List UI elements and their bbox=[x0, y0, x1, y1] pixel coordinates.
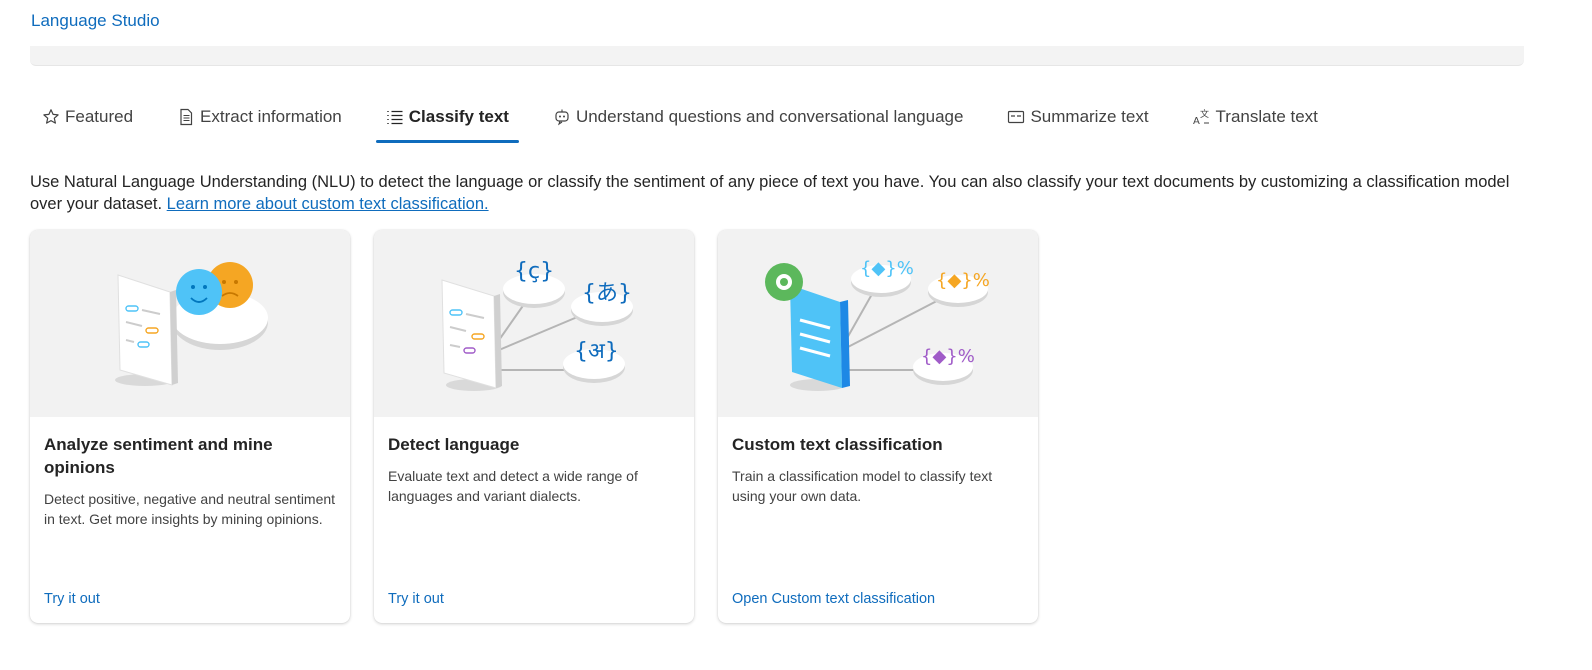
summary-icon bbox=[1007, 108, 1025, 126]
open-custom-text-classification-link[interactable]: Open Custom text classification bbox=[732, 591, 935, 607]
card-description: Train a classification model to classify… bbox=[732, 468, 993, 504]
app-title-link[interactable]: Language Studio bbox=[31, 11, 160, 31]
tab-understand-questions[interactable]: Understand questions and conversational … bbox=[541, 96, 976, 138]
tab-translate-text[interactable]: A文 Translate text bbox=[1181, 96, 1330, 138]
tab-extract-information[interactable]: Extract information bbox=[165, 96, 354, 138]
tab-featured[interactable]: Featured bbox=[30, 96, 145, 138]
card-description: Detect positive, negative and neutral se… bbox=[44, 491, 336, 527]
classification-illustration: {◆}% {◆}% {◆}% bbox=[718, 230, 1038, 417]
language-illustration: {ç} {あ} {अ} bbox=[374, 230, 694, 417]
svg-text:文: 文 bbox=[1200, 108, 1209, 120]
card-title: Detect language bbox=[388, 435, 520, 454]
card-custom-text-classification[interactable]: {◆}% {◆}% {◆}% Custom text classificatio… bbox=[718, 230, 1038, 623]
document-icon bbox=[177, 108, 195, 126]
card-title: Custom text classification bbox=[732, 435, 943, 454]
card-analyze-sentiment[interactable]: Analyze sentiment and mine opinions Dete… bbox=[30, 230, 350, 623]
star-icon bbox=[42, 108, 60, 126]
tab-bar: Featured Extract information Classify te… bbox=[30, 96, 1350, 146]
card-grid: Analyze sentiment and mine opinions Dete… bbox=[30, 230, 1038, 623]
svg-text:{◆}%: {◆}% bbox=[921, 346, 975, 367]
tab-label: Translate text bbox=[1215, 107, 1318, 126]
page-description: Use Natural Language Understanding (NLU)… bbox=[30, 171, 1540, 215]
learn-more-link[interactable]: Learn more about custom text classificat… bbox=[167, 195, 489, 213]
svg-text:{あ}: {あ} bbox=[582, 281, 632, 306]
sentiment-illustration bbox=[30, 230, 350, 417]
svg-text:{◆}%: {◆}% bbox=[860, 258, 914, 279]
tab-label: Classify text bbox=[408, 107, 509, 126]
card-detect-language[interactable]: {ç} {あ} {अ} Detect language Evaluate tex… bbox=[374, 230, 694, 623]
tab-label: Summarize text bbox=[1030, 107, 1149, 126]
try-it-out-link[interactable]: Try it out bbox=[44, 591, 100, 607]
tab-label: Understand questions and conversational … bbox=[575, 107, 964, 126]
card-description: Evaluate text and detect a wide range of… bbox=[388, 468, 638, 504]
tab-summarize-text[interactable]: Summarize text bbox=[995, 96, 1160, 138]
svg-text:{◆}%: {◆}% bbox=[936, 270, 990, 291]
try-it-out-link[interactable]: Try it out bbox=[388, 591, 444, 607]
tab-classify-text[interactable]: Classify text bbox=[374, 96, 521, 143]
translate-icon: A文 bbox=[1193, 108, 1211, 126]
top-banner bbox=[30, 46, 1524, 66]
svg-text:{अ}: {अ} bbox=[574, 339, 619, 364]
chat-bot-icon bbox=[553, 108, 571, 126]
tab-label: Featured bbox=[65, 107, 134, 126]
list-icon bbox=[386, 108, 404, 126]
tab-label: Extract information bbox=[200, 107, 342, 126]
svg-text:{ç}: {ç} bbox=[514, 259, 554, 284]
card-title: Analyze sentiment and mine opinions bbox=[44, 435, 273, 477]
svg-text:A: A bbox=[1193, 116, 1200, 126]
